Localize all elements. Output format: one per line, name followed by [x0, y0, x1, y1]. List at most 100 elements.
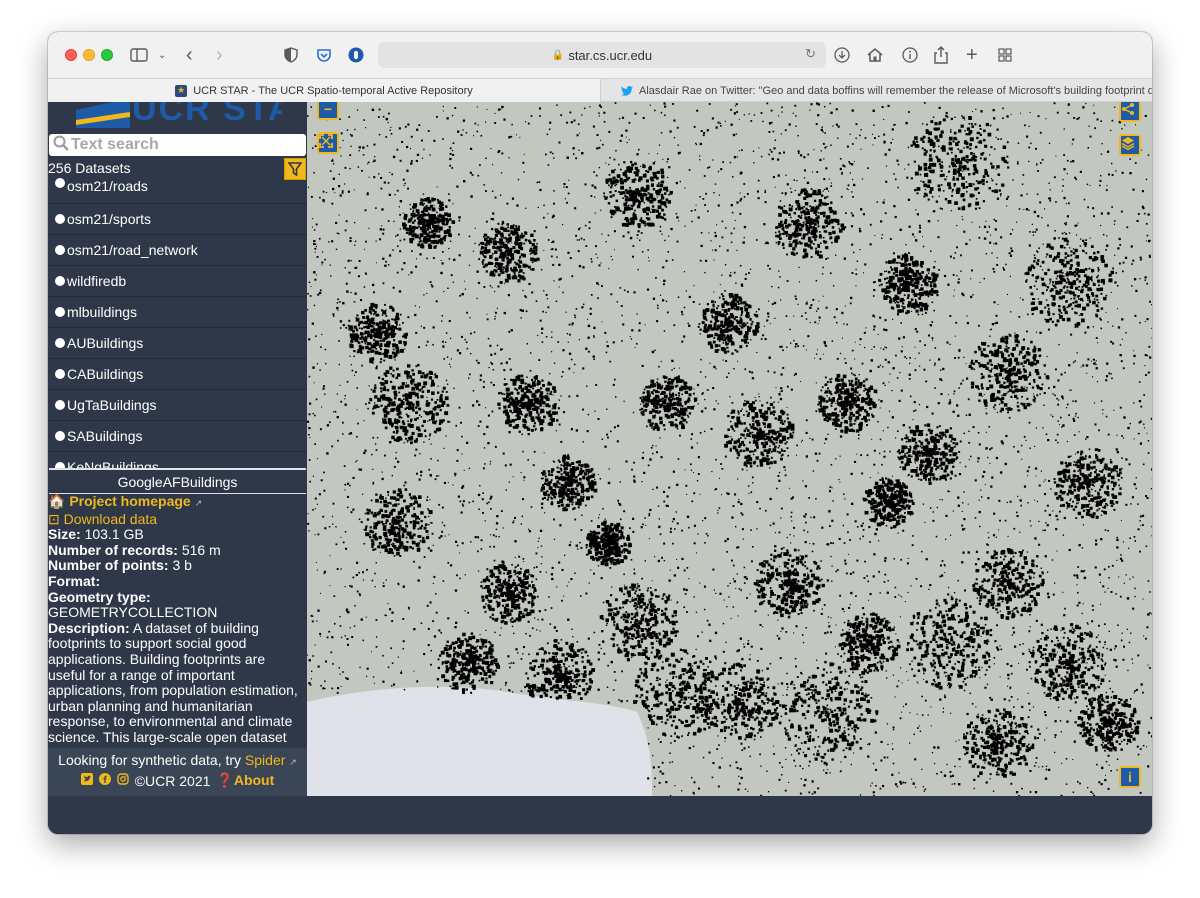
building-dot	[745, 273, 747, 276]
search-box[interactable]	[49, 134, 306, 156]
building-dot	[401, 268, 404, 271]
building-dot	[1095, 337, 1098, 339]
building-dot	[900, 782, 903, 785]
dataset-item[interactable]: AUBuildings	[48, 328, 307, 359]
building-dot	[734, 105, 736, 107]
building-dot	[579, 227, 581, 229]
building-dot	[512, 662, 515, 664]
forward-button[interactable]: ›	[216, 44, 223, 66]
download-icon[interactable]	[834, 44, 850, 66]
building-dot	[726, 249, 729, 252]
building-dot	[1151, 327, 1152, 329]
building-dot	[1139, 442, 1142, 445]
building-dot	[309, 683, 312, 686]
building-dot	[676, 126, 679, 129]
building-dot	[1043, 481, 1045, 483]
building-footprints-map[interactable]	[307, 102, 1152, 796]
building-dot	[633, 568, 635, 571]
minimize-window-button[interactable]	[83, 49, 95, 61]
building-dot	[752, 150, 755, 152]
home-icon[interactable]	[866, 44, 884, 66]
extension-hand-icon[interactable]	[348, 44, 364, 66]
new-tab-icon[interactable]: +	[966, 44, 978, 66]
about-link[interactable]: ❓About	[216, 772, 274, 789]
zoom-window-button[interactable]	[101, 49, 113, 61]
building-dot	[1005, 263, 1007, 266]
tab-overview-icon[interactable]	[998, 44, 1012, 66]
building-dot	[795, 343, 798, 346]
tab-twitter[interactable]: Alasdair Rae on Twitter: "Geo and data b…	[600, 79, 1152, 102]
dataset-item[interactable]: CABuildings	[48, 359, 307, 390]
map-view[interactable]: − i	[307, 102, 1152, 796]
building-dot	[962, 551, 965, 554]
building-dot	[911, 544, 914, 547]
building-dot	[342, 671, 344, 673]
building-dot	[977, 713, 979, 715]
dataset-item[interactable]: osm21/roads	[48, 172, 307, 204]
facebook-icon[interactable]	[98, 773, 111, 788]
search-input[interactable]	[71, 136, 291, 154]
ucr-star-logo[interactable]: UCR STAR	[72, 102, 307, 130]
building-dot	[1090, 727, 1093, 730]
share-icon[interactable]	[934, 44, 948, 66]
building-dot	[320, 479, 323, 482]
building-dot	[724, 264, 727, 266]
building-dot	[366, 568, 368, 571]
sidebar-toggle-icon[interactable]	[130, 44, 148, 66]
building-dot	[769, 497, 772, 501]
building-dot	[856, 559, 859, 562]
building-dot	[914, 328, 917, 331]
building-dot	[669, 761, 671, 764]
building-dot	[1102, 646, 1105, 649]
project-homepage-link[interactable]: 🏠 Project homepage	[48, 494, 191, 509]
building-dot	[1053, 176, 1056, 179]
reload-icon[interactable]: ↻	[805, 46, 816, 62]
building-dot	[914, 346, 916, 348]
building-dot	[332, 523, 334, 525]
building-dot	[559, 524, 562, 527]
privacy-shield-icon[interactable]	[284, 44, 298, 66]
building-dot	[648, 153, 650, 155]
pocket-icon[interactable]	[316, 44, 332, 66]
dataset-item[interactable]: SABuildings	[48, 421, 307, 452]
building-dot	[915, 239, 918, 242]
building-dot	[1075, 178, 1078, 181]
building-dot	[965, 363, 967, 365]
building-dot	[604, 518, 606, 520]
building-dot	[805, 349, 807, 351]
building-dot	[323, 471, 325, 474]
building-dot	[485, 121, 487, 123]
building-dot	[808, 791, 811, 794]
dataset-item[interactable]: wildfiredb	[48, 266, 307, 297]
building-dot	[594, 196, 596, 198]
building-dot	[830, 185, 833, 187]
download-data-link[interactable]: ⊡ Download data	[48, 511, 157, 527]
building-dot	[315, 245, 317, 248]
address-bar[interactable]: 🔒 star.cs.ucr.edu ↻	[378, 42, 826, 68]
spider-link[interactable]: Spider	[245, 752, 285, 768]
tab-ucr-star[interactable]: ★ UCR STAR - The UCR Spatio-temporal Act…	[48, 79, 600, 102]
building-dot	[494, 631, 496, 634]
dataset-item[interactable]: osm21/sports	[48, 204, 307, 235]
building-dot	[533, 230, 536, 233]
twitter-icon[interactable]	[80, 773, 93, 788]
building-dot	[1136, 745, 1139, 748]
building-dot	[356, 561, 359, 564]
building-dot	[489, 534, 491, 536]
building-dot	[1114, 645, 1117, 648]
building-dot	[957, 496, 960, 499]
building-dot	[1146, 318, 1149, 321]
building-dot	[567, 341, 569, 343]
building-dot	[486, 108, 488, 110]
dataset-item[interactable]: UgTaBuildings	[48, 390, 307, 421]
dataset-item[interactable]: mlbuildings	[48, 297, 307, 328]
instagram-icon[interactable]	[117, 773, 129, 788]
building-dot	[597, 658, 600, 661]
info-icon[interactable]	[902, 44, 918, 66]
dataset-item[interactable]: KeNgBuildings	[48, 452, 307, 468]
dataset-item[interactable]: osm21/road_network	[48, 235, 307, 266]
close-window-button[interactable]	[65, 49, 77, 61]
back-button[interactable]: ‹	[186, 44, 193, 66]
chevron-down-icon[interactable]: ⌄	[158, 44, 166, 66]
building-dot	[674, 528, 676, 530]
